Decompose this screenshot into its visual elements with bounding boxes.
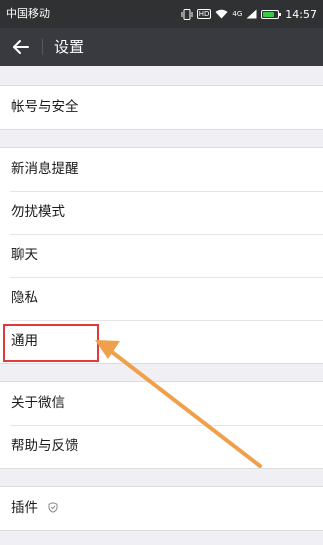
annotation-arrow-icon bbox=[95, 340, 262, 468]
